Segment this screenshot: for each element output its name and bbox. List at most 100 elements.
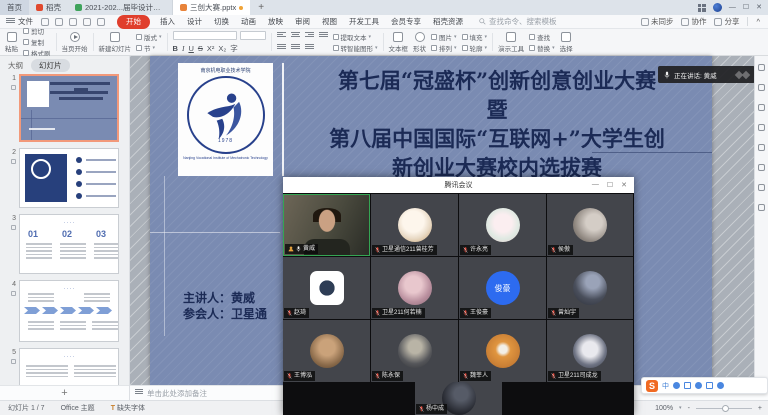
zoom-level[interactable]: 100% — [655, 405, 673, 412]
bullet-list-icon[interactable] — [277, 44, 286, 52]
line-spacing-icon[interactable] — [305, 44, 314, 52]
tab-current-pptx[interactable]: 三创大赛.pptx — [173, 0, 250, 15]
tab-outline[interactable]: 大纲 — [8, 60, 23, 71]
tab-design[interactable]: 设计 — [181, 16, 208, 27]
participant-tile[interactable]: 王博泓 — [283, 320, 370, 382]
shape-button[interactable]: 形状 — [413, 32, 426, 53]
zoom-slider-knob[interactable] — [722, 405, 729, 412]
align-left-icon[interactable] — [277, 32, 286, 40]
paste-button[interactable]: 粘贴 — [5, 32, 18, 53]
close-button[interactable]: ✕ — [756, 4, 762, 11]
layout-button[interactable]: 版式▾ — [136, 32, 162, 42]
add-slide-bar[interactable]: + — [0, 385, 129, 400]
ime-punctuation-icon[interactable] — [673, 382, 680, 389]
select-button[interactable]: 选择 — [560, 32, 573, 53]
account-avatar[interactable] — [713, 3, 722, 12]
properties-icon[interactable] — [758, 64, 765, 71]
ime-mode-chinese[interactable]: 中 — [662, 381, 669, 391]
minimize-button[interactable]: — — [729, 4, 736, 11]
copy-button[interactable]: 复制 — [23, 37, 51, 47]
align-right-icon[interactable] — [305, 32, 314, 40]
theme-name[interactable]: Office 主题 — [53, 403, 103, 413]
preview-icon[interactable] — [69, 18, 77, 26]
participant-tile[interactable]: 卫星通信211曾桂芳 — [371, 194, 458, 256]
collapse-ribbon-icon[interactable]: ^ — [756, 17, 760, 26]
tab-view[interactable]: 视图 — [316, 16, 343, 27]
help-icon[interactable] — [758, 144, 765, 151]
participant-tile[interactable]: 俊豪 王俊豪 — [459, 257, 546, 319]
meeting-maximize-button[interactable]: ☐ — [607, 181, 613, 189]
subscript-button[interactable]: X₂ — [218, 44, 226, 53]
underline-button[interactable]: U — [188, 44, 193, 53]
sogou-ime-logo[interactable]: S — [646, 380, 658, 392]
slide-presenter-block[interactable]: 主讲人：黄威 参会人：卫星通 — [183, 290, 267, 322]
participant-tile[interactable]: 魏莘人 — [459, 320, 546, 382]
bold-button[interactable]: B — [173, 44, 178, 53]
cut-button[interactable]: 剪切 — [23, 26, 51, 36]
command-search[interactable]: 查找命令、搜索模板 — [469, 16, 557, 27]
tab-document-stats[interactable]: 2021-202...届毕设计数据统计 — [68, 0, 173, 15]
find-button[interactable]: 查找 — [529, 32, 555, 42]
ime-voice-icon[interactable] — [684, 382, 691, 389]
tab-animation[interactable]: 动画 — [235, 16, 262, 27]
ime-keyboard-icon[interactable] — [695, 382, 702, 389]
maximize-button[interactable]: ☐ — [743, 4, 749, 11]
present-tools-button[interactable]: 演示工具 — [498, 32, 524, 53]
print-icon[interactable] — [55, 18, 63, 26]
comments-pane-icon[interactable] — [758, 164, 765, 171]
arrange-button[interactable]: 排列▾ — [431, 43, 457, 53]
share-button[interactable]: 分享 — [714, 16, 739, 27]
align-center-icon[interactable] — [291, 32, 300, 40]
tab-slideshow[interactable]: 放映 — [262, 16, 289, 27]
sync-status[interactable]: 未同步 — [641, 16, 674, 27]
slide-thumbnail-1[interactable] — [19, 74, 119, 142]
participant-tile[interactable]: 赵琦 — [283, 257, 370, 319]
zoom-in-button[interactable]: + — [758, 405, 762, 412]
slide-title[interactable]: 第七届“冠盛杯”创新创意创业大赛 暨 第八届中国国际“互联网+”大学生创 新创业… — [290, 66, 704, 182]
slide-thumbnail-4[interactable]: · · · · — [19, 280, 119, 342]
undo-icon[interactable] — [83, 18, 91, 26]
to-smartart-button[interactable]: 转智能图形▾ — [333, 43, 378, 53]
italic-button[interactable]: I — [182, 44, 185, 53]
tab-transition[interactable]: 切换 — [208, 16, 235, 27]
meeting-titlebar[interactable]: 腾讯会议 — ☐ ✕ — [283, 177, 634, 193]
participant-tile[interactable]: 曾灿宇 — [547, 257, 633, 319]
missing-font-warning[interactable]: T缺失字体 — [103, 403, 153, 413]
outline-button[interactable]: 轮廓▾ — [462, 43, 488, 53]
new-tab-button[interactable]: + — [250, 0, 272, 15]
zoom-slider[interactable] — [696, 408, 752, 409]
extract-text-button[interactable]: 提取文本▾ — [333, 32, 378, 42]
tab-slides[interactable]: 幻灯片 — [31, 59, 70, 72]
participant-tile[interactable]: 卫星211司成龙 — [547, 320, 633, 382]
play-from-current-button[interactable]: 当页开始 — [62, 32, 88, 53]
ime-toolbar[interactable]: S 中 — [641, 377, 768, 394]
fill-button[interactable]: 填充▾ — [462, 32, 488, 42]
tab-review[interactable]: 审阅 — [289, 16, 316, 27]
participant-tile[interactable]: 卫星211何若楠 — [371, 257, 458, 319]
slide-thumbnail-2[interactable] — [19, 148, 119, 208]
new-slide-button[interactable]: 新建幻灯片 — [99, 32, 132, 53]
ime-toolbox-icon[interactable] — [717, 382, 724, 389]
font-family-select[interactable] — [173, 31, 237, 40]
collab-button[interactable]: 协作 — [681, 16, 706, 27]
participant-tile[interactable]: 黄威 — [283, 194, 370, 256]
meeting-close-button[interactable]: ✕ — [621, 181, 627, 189]
tab-insert[interactable]: 插入 — [154, 16, 181, 27]
tab-devtools[interactable]: 开发工具 — [343, 16, 385, 27]
tencent-meeting-window[interactable]: 腾讯会议 — ☐ ✕ 黄威 — [283, 177, 634, 415]
section-button[interactable]: 节▾ — [136, 43, 162, 53]
number-list-icon[interactable] — [291, 44, 300, 52]
participant-tile[interactable]: 陈永保 — [371, 320, 458, 382]
picture-button[interactable]: 图片▾ — [431, 32, 457, 42]
settings-icon[interactable] — [758, 184, 765, 191]
tab-home[interactable]: 首页 — [0, 0, 29, 15]
slide-thumbnail-3[interactable]: · · · · 01 02 03 — [19, 214, 119, 274]
participant-tile[interactable]: 杨中成 — [415, 382, 502, 415]
superscript-button[interactable]: X² — [207, 44, 215, 53]
participant-tile[interactable]: 侯傲 — [547, 194, 633, 256]
zoom-out-button[interactable]: - — [688, 405, 690, 412]
justify-icon[interactable] — [319, 32, 328, 40]
meeting-minimize-button[interactable]: — — [592, 181, 599, 189]
apps-grid-icon[interactable] — [698, 4, 706, 12]
textbox-button[interactable]: 文本框 — [389, 32, 409, 53]
